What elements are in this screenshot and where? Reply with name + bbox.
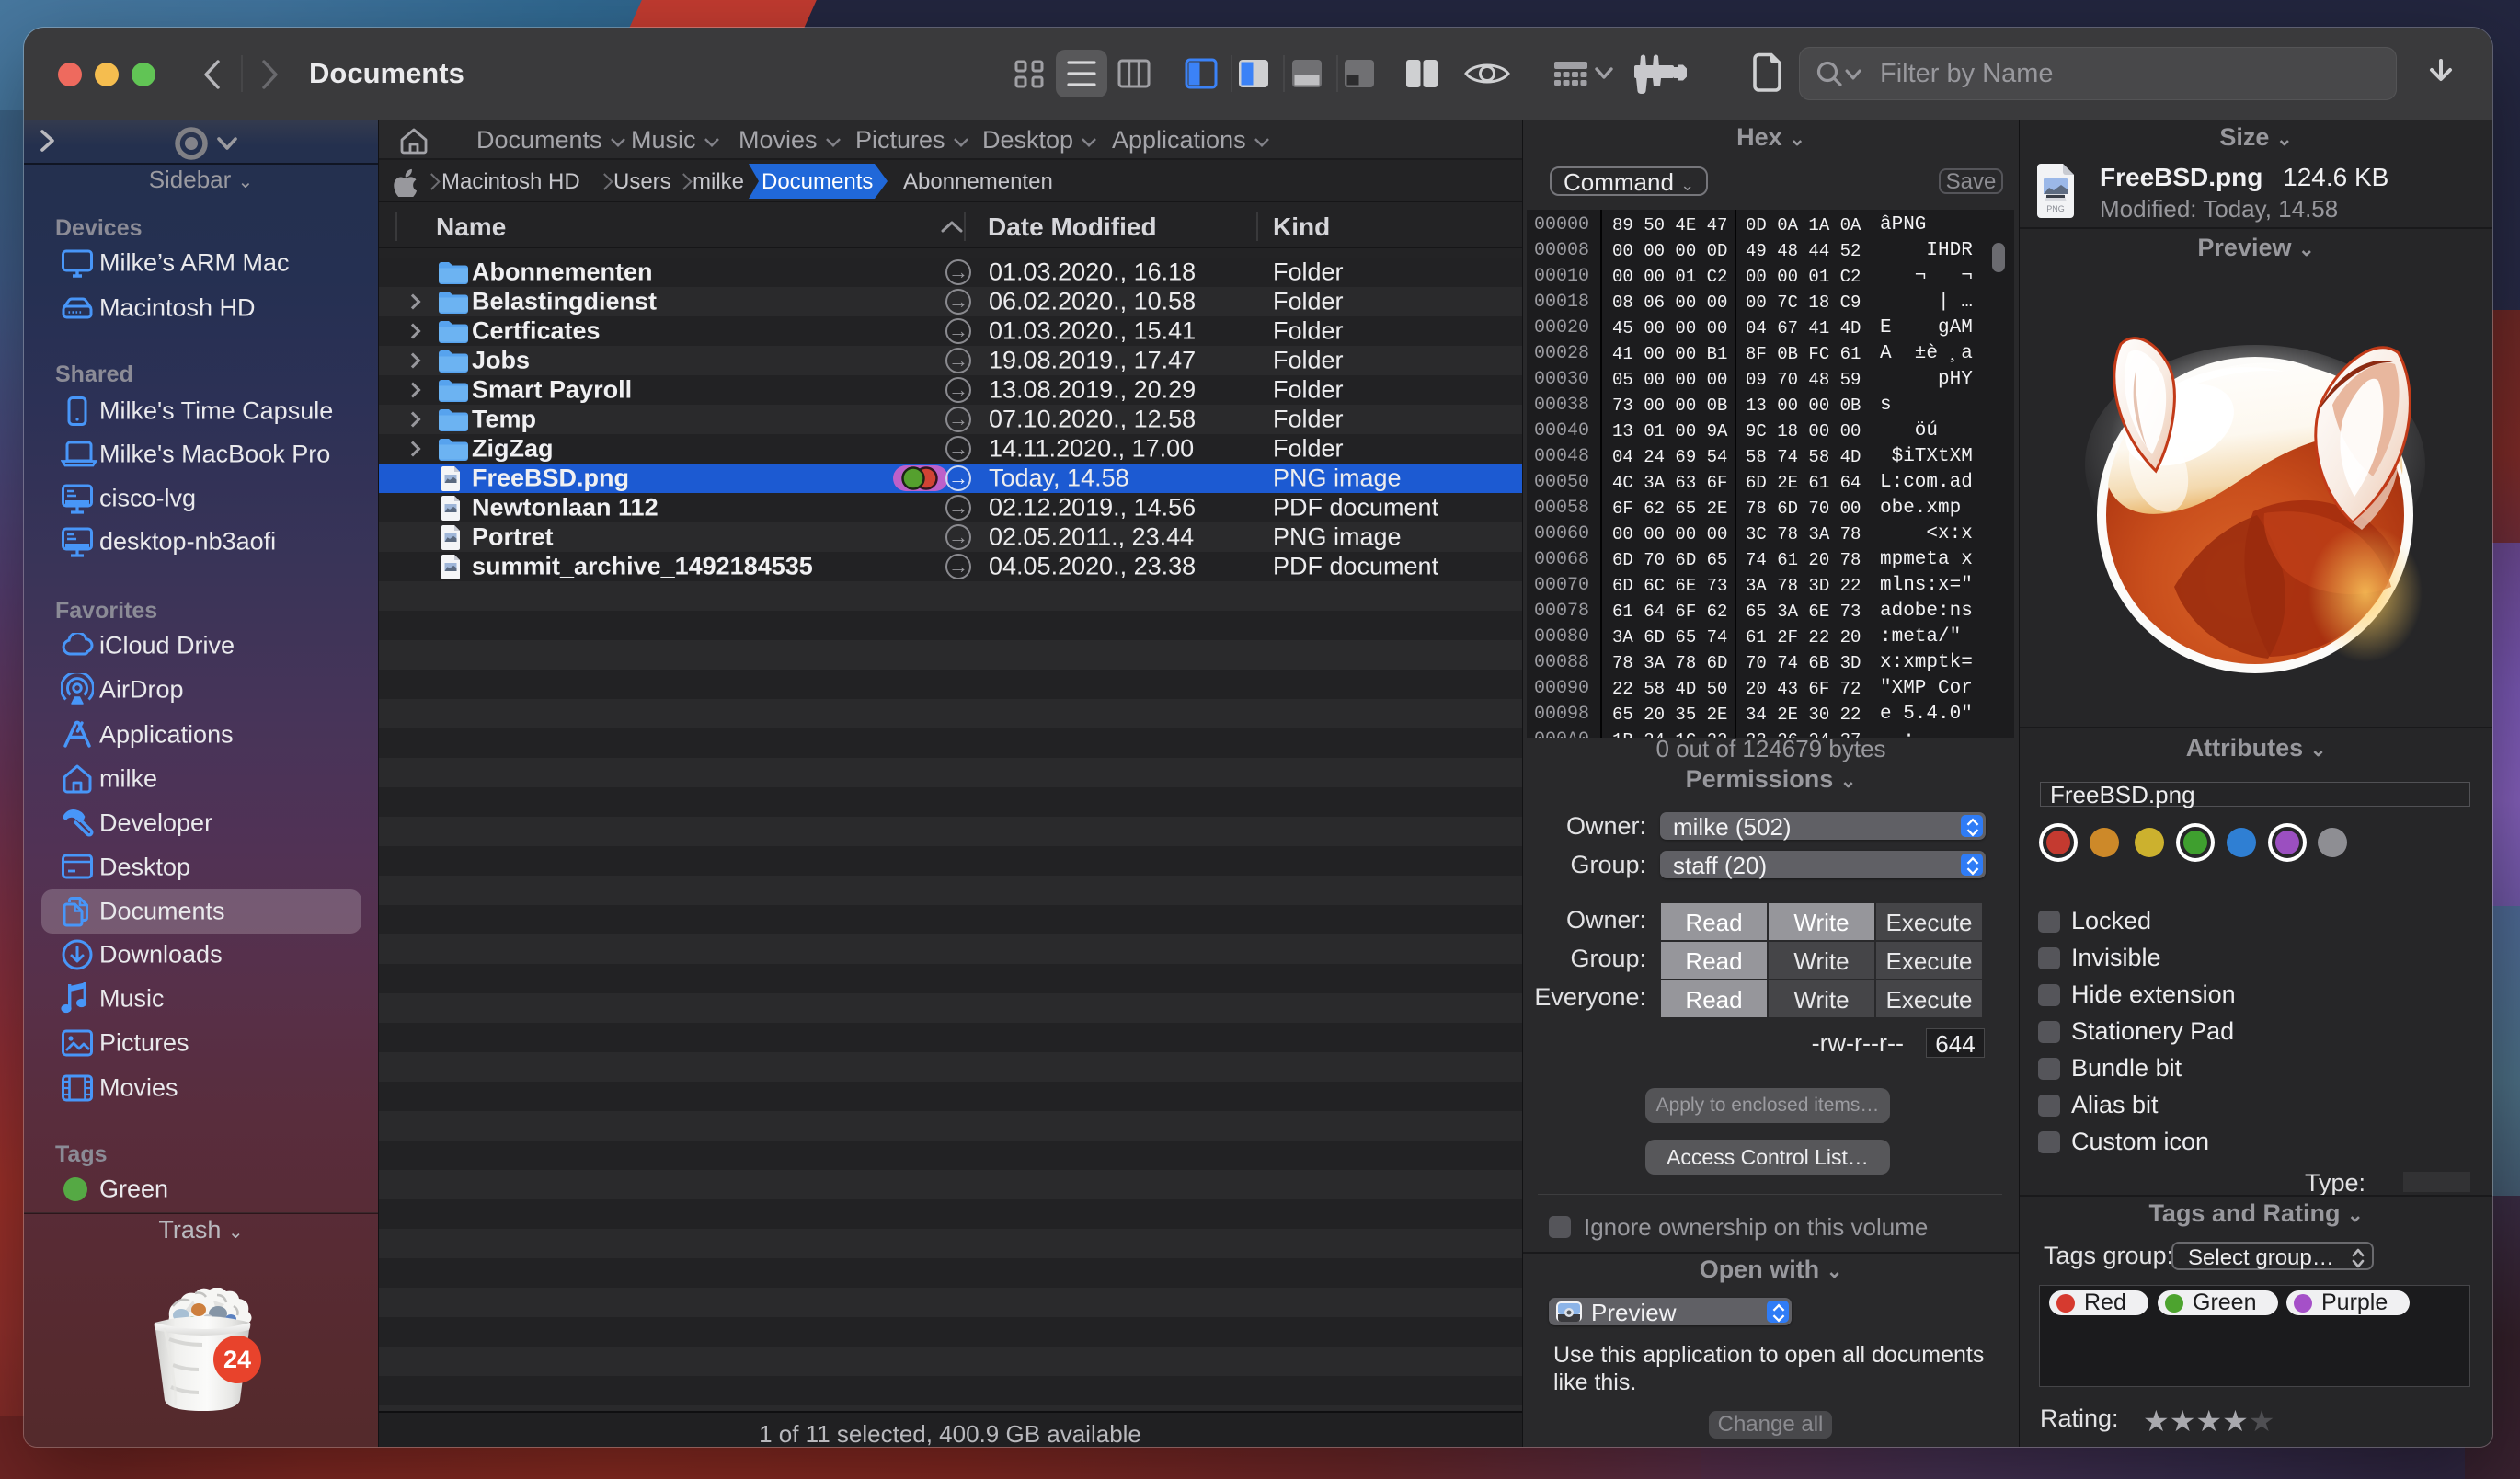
svg-text:PNG: PNG bbox=[2046, 204, 2065, 213]
